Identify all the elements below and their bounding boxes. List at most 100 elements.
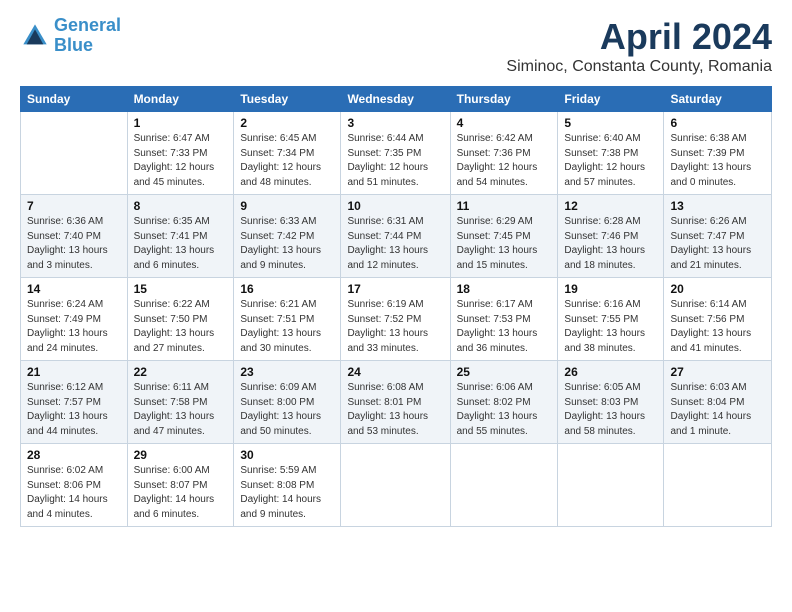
day-number: 24	[347, 365, 443, 379]
day-number: 9	[240, 199, 334, 213]
day-number: 29	[134, 448, 228, 462]
calendar-cell: 6 Sunrise: 6:38 AM Sunset: 7:39 PM Daylig…	[664, 112, 772, 195]
day-number: 23	[240, 365, 334, 379]
subtitle: Siminoc, Constanta County, Romania	[506, 58, 772, 76]
calendar-cell: 27 Sunrise: 6:03 AM Sunset: 8:04 PM Dayli…	[664, 361, 772, 444]
logo-text: General Blue	[54, 16, 121, 56]
weekday-header-saturday: Saturday	[664, 87, 772, 112]
calendar-cell	[21, 112, 128, 195]
day-number: 6	[670, 116, 765, 130]
day-number: 18	[457, 282, 552, 296]
calendar-cell: 4 Sunrise: 6:42 AM Sunset: 7:36 PM Daylig…	[450, 112, 558, 195]
day-info: Sunrise: 6:38 AM Sunset: 7:39 PM Dayligh…	[670, 132, 765, 190]
weekday-header-thursday: Thursday	[450, 87, 558, 112]
calendar-body: 1 Sunrise: 6:47 AM Sunset: 7:33 PM Daylig…	[21, 112, 772, 527]
day-number: 1	[134, 116, 228, 130]
day-info: Sunrise: 6:12 AM Sunset: 7:57 PM Dayligh…	[27, 381, 121, 439]
weekday-header-friday: Friday	[558, 87, 664, 112]
day-info: Sunrise: 6:42 AM Sunset: 7:36 PM Dayligh…	[457, 132, 552, 190]
weekday-header-row: SundayMondayTuesdayWednesdayThursdayFrid…	[21, 87, 772, 112]
calendar-cell: 15Sunrise: 6:22 AM Sunset: 7:50 PM Dayli…	[127, 278, 234, 361]
calendar-cell: 29 Sunrise: 6:00 AM Sunset: 8:07 PM Dayli…	[127, 444, 234, 527]
calendar-cell: 22 Sunrise: 6:11 AM Sunset: 7:58 PM Dayli…	[127, 361, 234, 444]
day-number: 27	[670, 365, 765, 379]
day-number: 14	[27, 282, 121, 296]
day-number: 21	[27, 365, 121, 379]
calendar-cell: 21 Sunrise: 6:12 AM Sunset: 7:57 PM Dayli…	[21, 361, 128, 444]
week-row-2: 14 Sunrise: 6:24 AM Sunset: 7:49 PM Dayli…	[21, 278, 772, 361]
calendar-cell: 2Sunrise: 6:45 AM Sunset: 7:34 PM Daylig…	[234, 112, 341, 195]
calendar-header: SundayMondayTuesdayWednesdayThursdayFrid…	[21, 87, 772, 112]
calendar-cell: 11Sunrise: 6:29 AM Sunset: 7:45 PM Dayli…	[450, 195, 558, 278]
day-info: Sunrise: 6:47 AM Sunset: 7:33 PM Dayligh…	[134, 132, 228, 190]
day-info: Sunrise: 6:31 AM Sunset: 7:44 PM Dayligh…	[347, 215, 443, 273]
day-info: Sunrise: 5:59 AM Sunset: 8:08 PM Dayligh…	[240, 464, 334, 522]
day-number: 17	[347, 282, 443, 296]
calendar-cell: 14 Sunrise: 6:24 AM Sunset: 7:49 PM Dayli…	[21, 278, 128, 361]
day-number: 26	[564, 365, 657, 379]
day-info: Sunrise: 6:09 AM Sunset: 8:00 PM Dayligh…	[240, 381, 334, 439]
day-number: 5	[564, 116, 657, 130]
day-info: Sunrise: 6:36 AM Sunset: 7:40 PM Dayligh…	[27, 215, 121, 273]
day-number: 16	[240, 282, 334, 296]
calendar-cell: 17 Sunrise: 6:19 AM Sunset: 7:52 PM Dayli…	[341, 278, 450, 361]
day-number: 12	[564, 199, 657, 213]
calendar-cell: 16 Sunrise: 6:21 AM Sunset: 7:51 PM Dayli…	[234, 278, 341, 361]
calendar-cell: 24 Sunrise: 6:08 AM Sunset: 8:01 PM Dayli…	[341, 361, 450, 444]
main-title: April 2024	[506, 16, 772, 58]
day-number: 10	[347, 199, 443, 213]
calendar-cell: 25 Sunrise: 6:06 AM Sunset: 8:02 PM Dayli…	[450, 361, 558, 444]
weekday-header-tuesday: Tuesday	[234, 87, 341, 112]
day-info: Sunrise: 6:06 AM Sunset: 8:02 PM Dayligh…	[457, 381, 552, 439]
calendar-cell: 30 Sunrise: 5:59 AM Sunset: 8:08 PM Dayli…	[234, 444, 341, 527]
day-info: Sunrise: 6:26 AM Sunset: 7:47 PM Dayligh…	[670, 215, 765, 273]
week-row-1: 7 Sunrise: 6:36 AM Sunset: 7:40 PM Daylig…	[21, 195, 772, 278]
day-info: Sunrise: 6:21 AM Sunset: 7:51 PM Dayligh…	[240, 298, 334, 356]
day-info: Sunrise: 6:45 AM Sunset: 7:34 PM Dayligh…	[240, 132, 334, 190]
day-number: 25	[457, 365, 552, 379]
day-number: 22	[134, 365, 228, 379]
day-number: 15	[134, 282, 228, 296]
calendar-cell: 3Sunrise: 6:44 AM Sunset: 7:35 PM Daylig…	[341, 112, 450, 195]
calendar-cell: 13 Sunrise: 6:26 AM Sunset: 7:47 PM Dayli…	[664, 195, 772, 278]
day-info: Sunrise: 6:24 AM Sunset: 7:49 PM Dayligh…	[27, 298, 121, 356]
calendar-cell: 18 Sunrise: 6:17 AM Sunset: 7:53 PM Dayli…	[450, 278, 558, 361]
day-number: 30	[240, 448, 334, 462]
weekday-header-sunday: Sunday	[21, 87, 128, 112]
day-number: 4	[457, 116, 552, 130]
calendar-cell: 19 Sunrise: 6:16 AM Sunset: 7:55 PM Dayli…	[558, 278, 664, 361]
day-info: Sunrise: 6:03 AM Sunset: 8:04 PM Dayligh…	[670, 381, 765, 439]
calendar-cell	[558, 444, 664, 527]
day-number: 13	[670, 199, 765, 213]
weekday-header-monday: Monday	[127, 87, 234, 112]
day-number: 28	[27, 448, 121, 462]
calendar-cell: 28Sunrise: 6:02 AM Sunset: 8:06 PM Dayli…	[21, 444, 128, 527]
week-row-0: 1 Sunrise: 6:47 AM Sunset: 7:33 PM Daylig…	[21, 112, 772, 195]
day-info: Sunrise: 6:28 AM Sunset: 7:46 PM Dayligh…	[564, 215, 657, 273]
calendar-cell: 10 Sunrise: 6:31 AM Sunset: 7:44 PM Dayli…	[341, 195, 450, 278]
day-number: 20	[670, 282, 765, 296]
week-row-4: 28Sunrise: 6:02 AM Sunset: 8:06 PM Dayli…	[21, 444, 772, 527]
day-info: Sunrise: 6:00 AM Sunset: 8:07 PM Dayligh…	[134, 464, 228, 522]
day-info: Sunrise: 6:14 AM Sunset: 7:56 PM Dayligh…	[670, 298, 765, 356]
calendar-cell: 5 Sunrise: 6:40 AM Sunset: 7:38 PM Daylig…	[558, 112, 664, 195]
day-number: 7	[27, 199, 121, 213]
title-block: April 2024 Siminoc, Constanta County, Ro…	[506, 16, 772, 76]
logo-icon	[20, 21, 50, 51]
day-info: Sunrise: 6:05 AM Sunset: 8:03 PM Dayligh…	[564, 381, 657, 439]
calendar-cell: 9Sunrise: 6:33 AM Sunset: 7:42 PM Daylig…	[234, 195, 341, 278]
calendar-cell: 12 Sunrise: 6:28 AM Sunset: 7:46 PM Dayli…	[558, 195, 664, 278]
day-info: Sunrise: 6:17 AM Sunset: 7:53 PM Dayligh…	[457, 298, 552, 356]
day-number: 19	[564, 282, 657, 296]
logo-line1: General	[54, 15, 121, 35]
day-info: Sunrise: 6:40 AM Sunset: 7:38 PM Dayligh…	[564, 132, 657, 190]
calendar-cell	[341, 444, 450, 527]
day-info: Sunrise: 6:11 AM Sunset: 7:58 PM Dayligh…	[134, 381, 228, 439]
day-info: Sunrise: 6:19 AM Sunset: 7:52 PM Dayligh…	[347, 298, 443, 356]
header: General Blue April 2024 Siminoc, Constan…	[20, 16, 772, 76]
logo: General Blue	[20, 16, 121, 56]
logo-line2: Blue	[54, 35, 93, 55]
day-info: Sunrise: 6:08 AM Sunset: 8:01 PM Dayligh…	[347, 381, 443, 439]
day-info: Sunrise: 6:16 AM Sunset: 7:55 PM Dayligh…	[564, 298, 657, 356]
day-number: 8	[134, 199, 228, 213]
